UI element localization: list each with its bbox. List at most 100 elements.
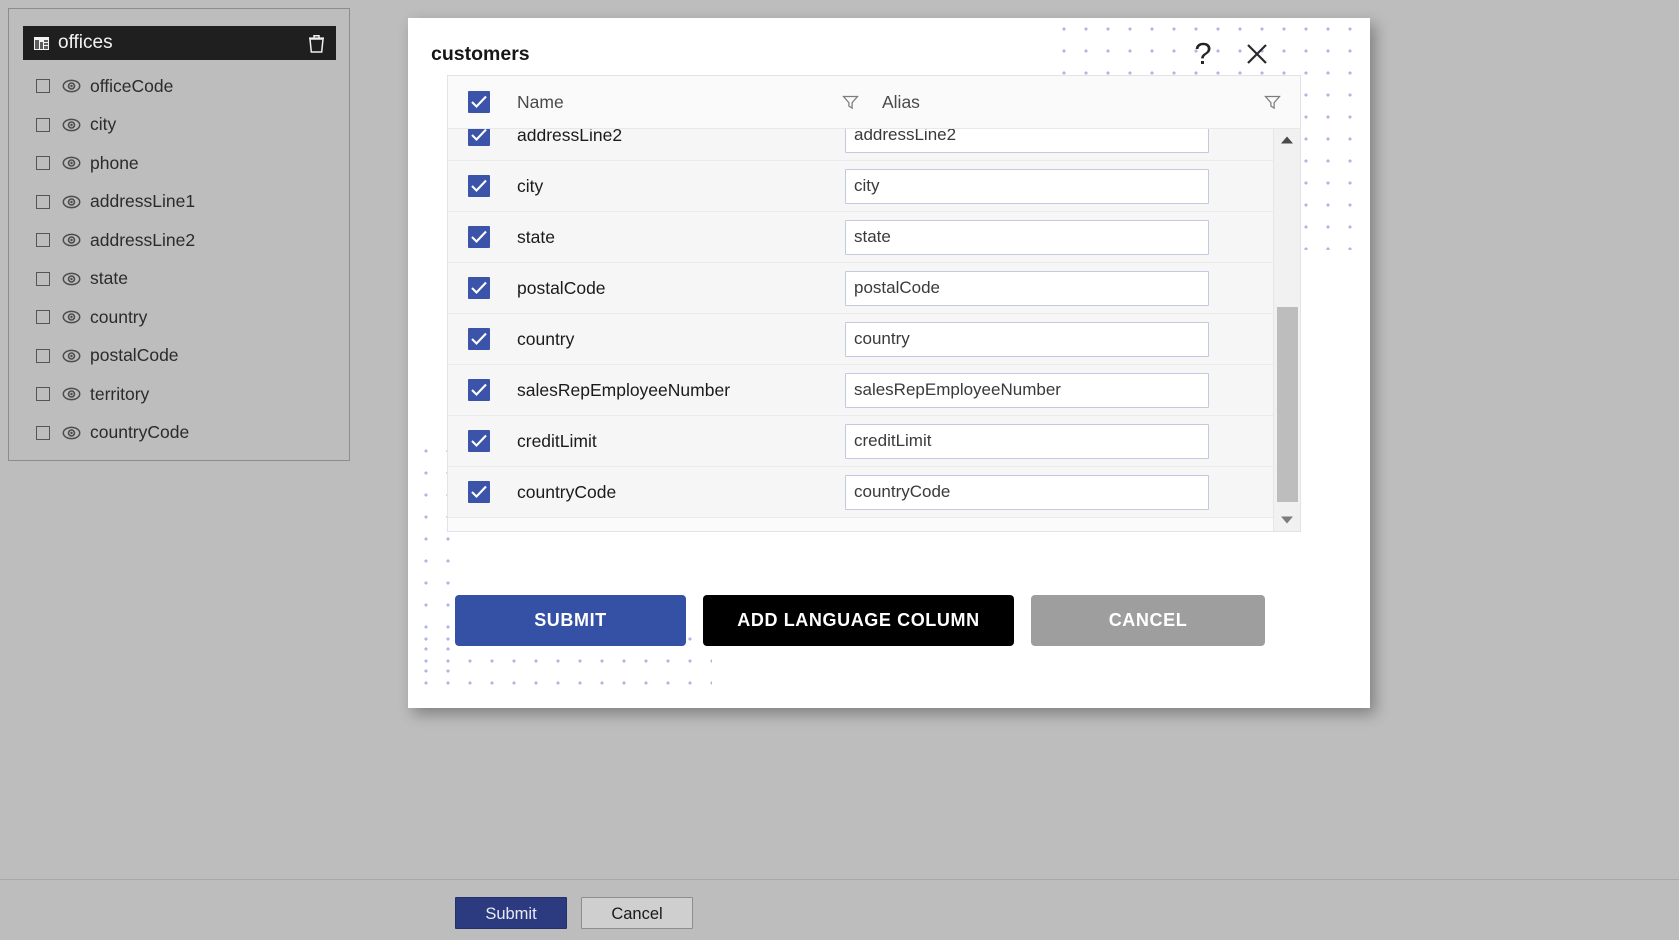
- field-row[interactable]: postalCode: [23, 337, 337, 376]
- field-row[interactable]: phone: [23, 144, 337, 183]
- row-select-cell: [448, 379, 509, 401]
- filter-icon[interactable]: [1244, 94, 1300, 111]
- field-checkbox[interactable]: [36, 156, 50, 171]
- field-checkbox[interactable]: [36, 117, 50, 132]
- field-checkbox[interactable]: [36, 271, 50, 286]
- field-list: officeCode city phone addressLine1 addre…: [23, 67, 337, 452]
- field-label: phone: [90, 152, 139, 173]
- eye-icon[interactable]: [62, 195, 81, 209]
- table-body: addressLine2 city: [448, 129, 1273, 531]
- row-column-name: city: [517, 175, 544, 196]
- chevron-up-icon[interactable]: [1274, 129, 1300, 151]
- field-label: postalCode: [90, 345, 179, 366]
- eye-icon[interactable]: [62, 118, 81, 132]
- row-alias-cell: [845, 372, 1217, 408]
- column-header-name[interactable]: Name: [509, 92, 828, 113]
- eye-icon[interactable]: [62, 387, 81, 401]
- field-row[interactable]: officeCode: [23, 67, 337, 106]
- column-header-alias[interactable]: Alias: [872, 92, 1244, 113]
- table-row[interactable]: countryCode: [448, 467, 1273, 518]
- select-all-checkbox[interactable]: [467, 91, 490, 113]
- field-row[interactable]: addressLine1: [23, 183, 337, 222]
- alias-input[interactable]: [845, 168, 1209, 204]
- table-row[interactable]: state: [448, 212, 1273, 263]
- alias-input[interactable]: [845, 372, 1209, 408]
- field-row[interactable]: city: [23, 106, 337, 145]
- field-label: country: [90, 306, 148, 327]
- chevron-down-icon[interactable]: [1274, 509, 1300, 531]
- footer-cancel-button[interactable]: Cancel: [581, 897, 693, 929]
- eye-icon[interactable]: [62, 349, 81, 363]
- scrollbar-thumb[interactable]: [1277, 307, 1298, 502]
- table-row[interactable]: salesRepEmployeeNumber: [448, 365, 1273, 416]
- add-language-column-button[interactable]: ADD LANGUAGE COLUMN: [703, 595, 1014, 646]
- field-row[interactable]: country: [23, 298, 337, 337]
- customers-dialog: customers ? Name Alias addressLine2 addr…: [408, 18, 1370, 708]
- row-column-name: addressLine2: [517, 129, 623, 145]
- row-column-name: salesRepEmployeeNumber: [517, 379, 731, 400]
- panel-header-offices[interactable]: offices: [23, 26, 336, 60]
- row-checkbox[interactable]: [467, 129, 490, 146]
- submit-button[interactable]: SUBMIT: [455, 595, 686, 646]
- app-root: offices officeCode city phone addressLin…: [0, 0, 1679, 940]
- row-select-cell: [448, 226, 509, 248]
- row-checkbox[interactable]: [467, 481, 490, 503]
- eye-icon[interactable]: [62, 233, 81, 247]
- table-row[interactable]: city: [448, 161, 1273, 212]
- eye-icon[interactable]: [62, 426, 81, 440]
- filter-icon[interactable]: [828, 94, 872, 111]
- row-checkbox[interactable]: [467, 430, 490, 452]
- field-row[interactable]: addressLine2: [23, 221, 337, 260]
- alias-input[interactable]: [845, 270, 1209, 306]
- dialog-actions: SUBMIT ADD LANGUAGE COLUMN CANCEL: [455, 595, 1265, 646]
- dialog-title: customers: [431, 43, 530, 65]
- field-checkbox[interactable]: [36, 348, 50, 363]
- field-checkbox[interactable]: [36, 310, 50, 325]
- alias-input[interactable]: [845, 474, 1209, 510]
- columns-table: Name Alias addressLine2 addressLine2 cit…: [447, 75, 1301, 532]
- question-mark-icon[interactable]: ?: [1186, 34, 1220, 74]
- table-icon: [34, 36, 49, 50]
- field-checkbox[interactable]: [36, 233, 50, 248]
- row-column-name: creditLimit: [517, 430, 597, 451]
- alias-input[interactable]: [845, 129, 1209, 153]
- table-row[interactable]: creditLimit: [448, 416, 1273, 467]
- field-row[interactable]: territory: [23, 375, 337, 414]
- row-alias-cell: [845, 129, 1217, 153]
- row-checkbox[interactable]: [467, 379, 490, 401]
- field-checkbox[interactable]: [36, 387, 50, 402]
- cancel-button[interactable]: CANCEL: [1031, 595, 1265, 646]
- row-select-cell: [448, 175, 509, 197]
- alias-input[interactable]: [845, 321, 1209, 357]
- eye-icon[interactable]: [62, 156, 81, 170]
- field-checkbox[interactable]: [36, 425, 50, 440]
- eye-icon[interactable]: [62, 272, 81, 286]
- alias-input[interactable]: [845, 219, 1209, 255]
- table-row[interactable]: country: [448, 314, 1273, 365]
- field-label: addressLine1: [90, 191, 196, 212]
- field-checkbox[interactable]: [36, 79, 50, 94]
- row-alias-cell: [845, 168, 1217, 204]
- eye-icon[interactable]: [62, 310, 81, 324]
- row-select-cell: [448, 430, 509, 452]
- field-row[interactable]: state: [23, 260, 337, 299]
- table-row[interactable]: postalCode: [448, 263, 1273, 314]
- table-vertical-scrollbar[interactable]: [1273, 129, 1300, 531]
- trash-icon[interactable]: [308, 34, 325, 53]
- row-column-name: state: [517, 226, 555, 247]
- row-checkbox[interactable]: [467, 175, 490, 197]
- footer-submit-button[interactable]: Submit: [455, 897, 567, 929]
- close-icon[interactable]: [1240, 34, 1274, 74]
- eye-icon[interactable]: [62, 79, 81, 93]
- field-checkbox[interactable]: [36, 194, 50, 209]
- row-checkbox[interactable]: [467, 328, 490, 350]
- field-label: officeCode: [90, 75, 174, 96]
- row-alias-cell: [845, 321, 1217, 357]
- row-checkbox[interactable]: [467, 277, 490, 299]
- row-column-name: countryCode: [517, 481, 617, 502]
- row-checkbox[interactable]: [467, 226, 490, 248]
- table-row[interactable]: addressLine2: [448, 129, 1273, 161]
- row-select-cell: [448, 481, 509, 503]
- field-row[interactable]: countryCode: [23, 414, 337, 453]
- alias-input[interactable]: [845, 423, 1209, 459]
